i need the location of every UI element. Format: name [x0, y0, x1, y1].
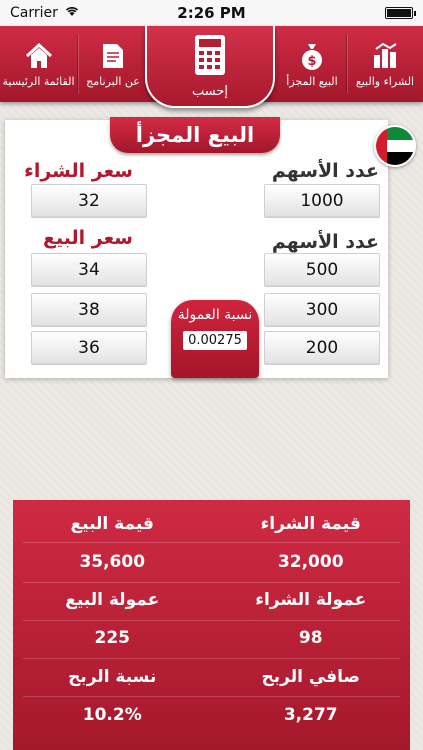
flag-white-stripe: [387, 139, 414, 153]
nav-home[interactable]: القائمة الرئيسية: [0, 26, 77, 102]
buy-commission: 98: [298, 628, 323, 648]
results-row-labels-1: قيمة البيع قيمة الشراء: [13, 514, 410, 534]
status-left: Carrier: [10, 5, 80, 21]
results-row-values-3: 10.2% 3,277: [13, 705, 410, 725]
nav-partial-sell[interactable]: $ البيع المجزأ: [278, 26, 346, 102]
sell-value: 35,600: [79, 552, 146, 572]
status-bar: Carrier 2:26 PM: [0, 0, 423, 26]
buy-price-field[interactable]: 32: [31, 184, 147, 218]
sell-commission: 225: [94, 628, 130, 648]
nav-buy-sell-label: الشراء والبيع: [355, 74, 415, 88]
nav-about[interactable]: عن البرنامج: [78, 26, 148, 102]
results-divider: [23, 658, 400, 659]
results-divider: [23, 620, 400, 621]
svg-text:$: $: [307, 54, 316, 69]
nav-divider: [346, 34, 347, 94]
flag-black-stripe: [387, 152, 414, 165]
battery-icon: [385, 7, 416, 19]
results-row-values-1: 35,600 32,000: [13, 552, 410, 572]
sell-commission-label: عمولة البيع: [65, 590, 160, 610]
sell-price-field-1[interactable]: 34: [31, 253, 147, 287]
buy-value: 32,000: [277, 552, 344, 572]
flag-stripes: [387, 127, 414, 165]
calculate-button[interactable]: إحسب: [145, 26, 275, 108]
results-row-labels-3: نسبة الربح صافي الربح: [13, 667, 410, 687]
sell-shares-field-1[interactable]: 500: [264, 253, 380, 287]
nav-home-label: القائمة الرئيسية: [2, 74, 75, 88]
home-icon: [24, 41, 54, 71]
battery-fill: [387, 9, 411, 17]
buy-sell-icon: [370, 41, 400, 71]
commission-label: نسبة العمولة: [177, 307, 253, 323]
profit-pct-label: نسبة الربح: [68, 667, 157, 687]
nav-divider: [77, 34, 78, 94]
nav-about-label: عن البرنامج: [86, 74, 140, 88]
document-icon: [100, 41, 126, 71]
commission-field[interactable]: 0.00275: [183, 331, 247, 350]
nav-buy-sell[interactable]: الشراء والبيع: [347, 26, 423, 102]
buy-value-label: قيمة الشراء: [260, 514, 361, 534]
commission-box: نسبة العمولة 0.00275: [171, 300, 259, 378]
profit-pct: 10.2%: [82, 705, 142, 725]
results-row-labels-2: عمولة البيع عمولة الشراء: [13, 590, 410, 610]
money-bag-icon: $: [298, 41, 326, 71]
sell-share-count-label: عدد الأسهم: [271, 231, 379, 253]
results-divider: [23, 696, 400, 697]
calculate-label: إحسب: [191, 84, 228, 99]
wifi-icon: [64, 5, 80, 21]
buy-commission-label: عمولة الشراء: [255, 590, 367, 610]
sell-price-field-2[interactable]: 38: [31, 293, 147, 327]
sell-price-label: سعر البيع: [43, 227, 133, 249]
results-divider: [23, 542, 400, 543]
sell-shares-field-2[interactable]: 300: [264, 293, 380, 327]
net-profit: 3,277: [283, 705, 338, 725]
card-title: البيع المجزأ: [110, 117, 280, 153]
net-profit-label: صافي الربح: [261, 667, 360, 687]
sell-price-field-3[interactable]: 36: [31, 331, 147, 365]
flag-green-stripe: [387, 127, 414, 140]
sell-shares-field-3[interactable]: 200: [264, 331, 380, 365]
sell-value-label: قيمة البيع: [70, 514, 154, 534]
carrier-label: Carrier: [10, 5, 58, 21]
share-count-field[interactable]: 1000: [264, 184, 380, 218]
share-count-label: عدد الأسهم: [271, 160, 379, 182]
calculator-icon: [193, 33, 227, 81]
results-panel: قيمة البيع قيمة الشراء 35,600 32,000 عمو…: [13, 500, 410, 750]
results-row-values-2: 225 98: [13, 628, 410, 648]
uae-flag-icon: [374, 125, 416, 167]
buy-price-label: سعر الشراء: [24, 160, 133, 182]
nav-partial-sell-label: البيع المجزأ: [286, 74, 338, 88]
results-divider: [23, 582, 400, 583]
